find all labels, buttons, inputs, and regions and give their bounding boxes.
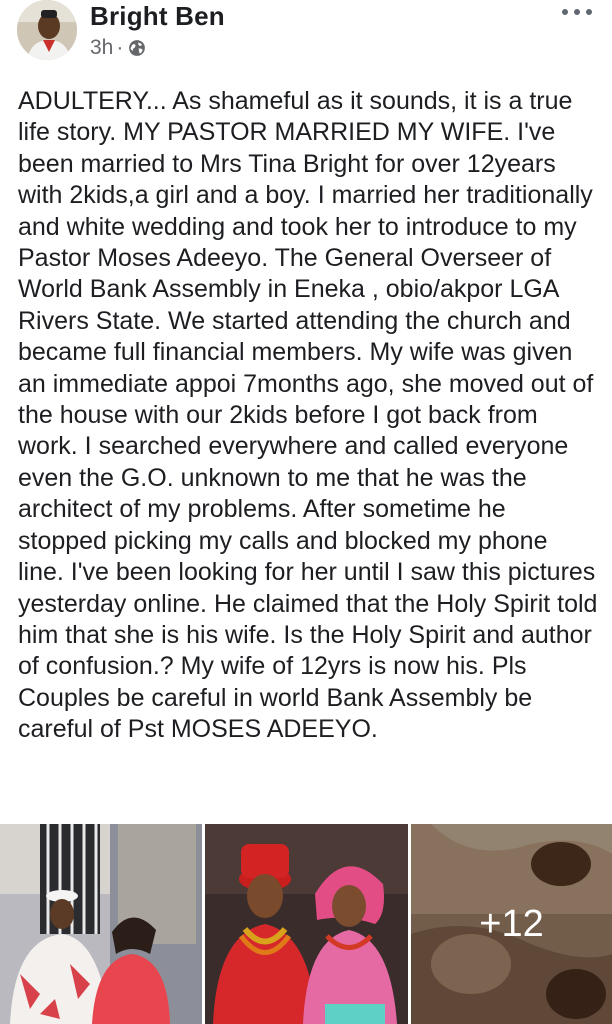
photo-2[interactable]: [205, 824, 408, 1024]
photo-2-image: [205, 824, 408, 1024]
photo-grid: +12: [0, 824, 612, 1024]
post-header: Bright Ben 3h ·: [0, 0, 612, 70]
author-avatar[interactable]: [17, 0, 77, 60]
avatar-image: [17, 0, 77, 60]
photo-3[interactable]: +12: [411, 824, 612, 1024]
meta-separator: ·: [116, 36, 124, 59]
more-photos-count[interactable]: +12: [411, 824, 612, 1024]
photo-1[interactable]: [0, 824, 202, 1024]
photo-1-image: [0, 824, 202, 1024]
post-time[interactable]: 3h: [90, 36, 113, 60]
globe-icon[interactable]: [128, 39, 146, 57]
author-name[interactable]: Bright Ben: [90, 1, 225, 32]
post-meta: 3h ·: [90, 36, 146, 60]
more-options-icon[interactable]: [562, 5, 592, 19]
post-text: ADULTERY... As shameful as it sounds, it…: [18, 87, 605, 744]
